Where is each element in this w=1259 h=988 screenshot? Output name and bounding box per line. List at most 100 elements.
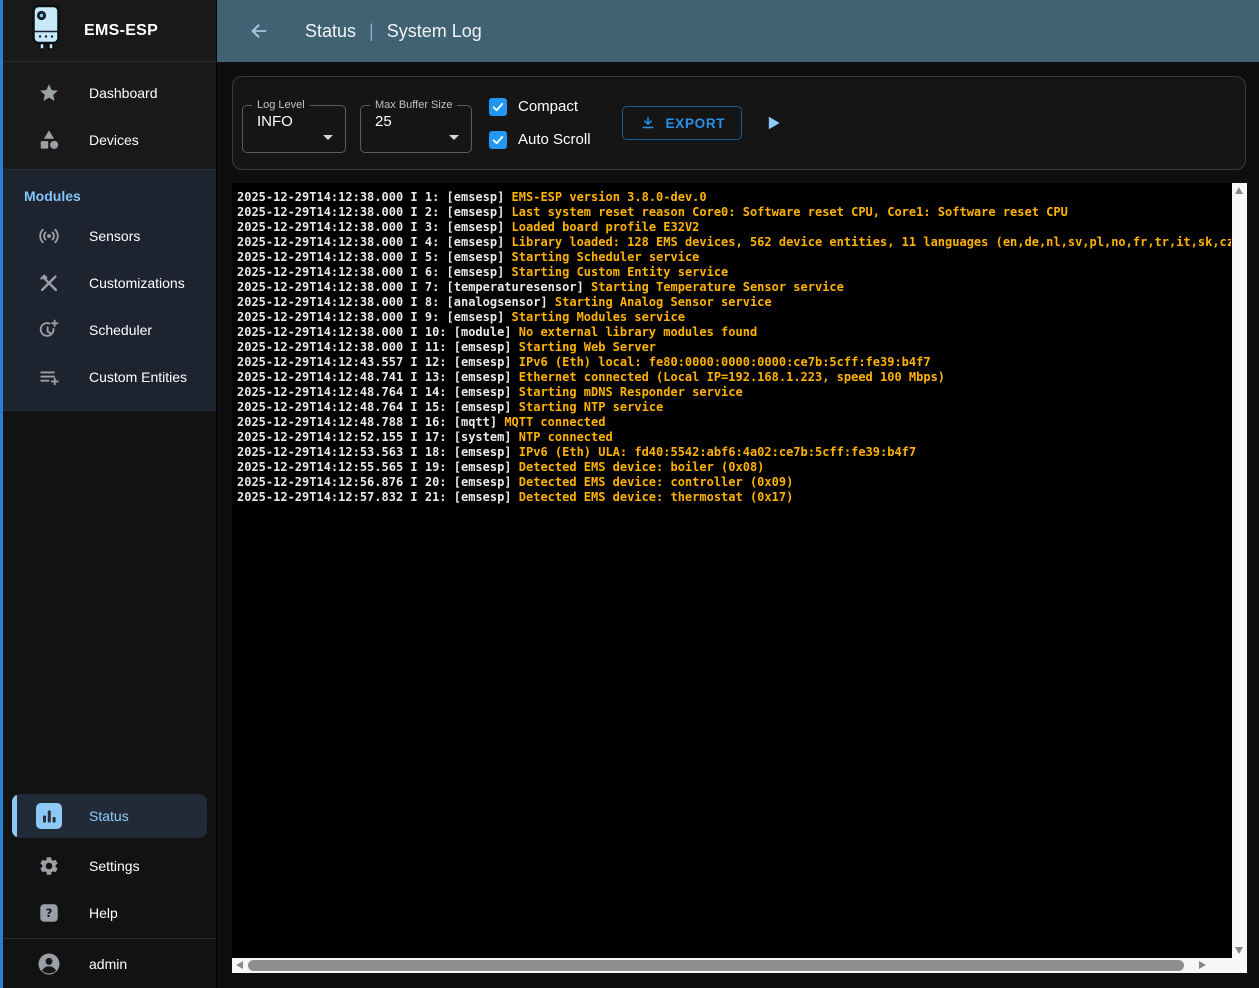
log-line: 2025-12-29T14:12:57.832 I 21: [emsesp] D…: [237, 490, 1231, 505]
sidebar-modules-section: Modules Sensors: [3, 169, 216, 411]
sidebar-item-label: Custom Entities: [89, 369, 187, 385]
sidebar-item-status[interactable]: Status: [12, 794, 207, 838]
export-button[interactable]: EXPORT: [622, 106, 743, 140]
page-title: System Log: [387, 21, 482, 42]
log-line: 2025-12-29T14:12:48.788 I 16: [mqtt] MQT…: [237, 415, 1231, 430]
scrollbar-corner: [1232, 958, 1247, 973]
auto-scroll-checkbox[interactable]: Auto Scroll: [489, 131, 591, 149]
log-line: 2025-12-29T14:12:48.764 I 14: [emsesp] S…: [237, 385, 1231, 400]
checkbox-checked-icon: [489, 98, 507, 116]
breadcrumb-divider: |: [369, 21, 374, 42]
page-header: Status | System Log: [217, 0, 1259, 62]
app-title: EMS-ESP: [84, 22, 158, 40]
log-line: 2025-12-29T14:12:38.000 I 4: [emsesp] Li…: [237, 235, 1231, 250]
sidebar-item-scheduler[interactable]: Scheduler: [3, 306, 216, 353]
sidebar-item-settings[interactable]: Settings: [3, 842, 216, 889]
log-line: 2025-12-29T14:12:55.565 I 19: [emsesp] D…: [237, 460, 1231, 475]
log-line: 2025-12-29T14:12:38.000 I 9: [emsesp] St…: [237, 310, 1231, 325]
play-icon: [763, 113, 783, 133]
log-level-select[interactable]: Log Level INFO: [242, 99, 346, 153]
main-content: Log Level INFO Max Buffer Size 25 Compac…: [217, 62, 1259, 988]
star-icon: [36, 82, 62, 104]
download-icon: [639, 114, 657, 132]
sidebar-item-sensors[interactable]: Sensors: [3, 212, 216, 259]
log-line: 2025-12-29T14:12:53.563 I 18: [emsesp] I…: [237, 445, 1231, 460]
sidebar-item-devices[interactable]: Devices: [3, 116, 216, 163]
log-line: 2025-12-29T14:12:48.764 I 15: [emsesp] S…: [237, 400, 1231, 415]
sidebar-spacer: [3, 411, 216, 794]
sensors-icon: [36, 225, 62, 247]
chevron-down-icon: [323, 135, 333, 140]
sidebar-nav-top: Dashboard Devices: [3, 62, 216, 169]
scroll-right-arrow-icon[interactable]: [1199, 961, 1206, 969]
sidebar-item-label: Help: [89, 905, 118, 921]
horizontal-scrollbar-thumb[interactable]: [248, 960, 1184, 971]
log-level-label: Log Level: [252, 99, 310, 111]
bar-chart-icon: [36, 803, 62, 829]
playlist-add-icon: [36, 366, 62, 388]
gear-icon: [36, 855, 62, 877]
sidebar-item-label: Status: [89, 808, 129, 824]
arrow-back-icon: [248, 20, 270, 42]
max-buffer-size-value: 25: [361, 113, 471, 130]
sidebar-item-help[interactable]: ? Help: [3, 889, 216, 936]
log-lines: 2025-12-29T14:12:38.000 I 1: [emsesp] EM…: [237, 190, 1231, 957]
sidebar-item-admin[interactable]: admin: [3, 939, 216, 988]
boiler-logo-icon: [30, 4, 62, 57]
chevron-down-icon: [449, 135, 459, 140]
sidebar-item-label: Scheduler: [89, 322, 152, 338]
scroll-left-arrow-icon[interactable]: [236, 961, 243, 969]
log-line: 2025-12-29T14:12:38.000 I 11: [emsesp] S…: [237, 340, 1231, 355]
more-time-icon: [36, 319, 62, 341]
sidebar-item-label: Devices: [89, 132, 139, 148]
auto-scroll-label: Auto Scroll: [518, 131, 591, 148]
construction-icon: [36, 272, 62, 294]
horizontal-scrollbar[interactable]: [232, 958, 1232, 973]
log-line: 2025-12-29T14:12:38.000 I 2: [emsesp] La…: [237, 205, 1231, 220]
log-line: 2025-12-29T14:12:38.000 I 10: [module] N…: [237, 325, 1231, 340]
sidebar-item-dashboard[interactable]: Dashboard: [3, 69, 216, 116]
log-line: 2025-12-29T14:12:56.876 I 20: [emsesp] D…: [237, 475, 1231, 490]
sidebar-item-label: Customizations: [89, 275, 185, 291]
compact-checkbox[interactable]: Compact: [489, 98, 591, 116]
compact-label: Compact: [518, 98, 578, 115]
max-buffer-size-select[interactable]: Max Buffer Size 25: [360, 99, 472, 153]
help-icon: ?: [36, 902, 62, 924]
ems-esp-app: EMS-ESP Dashboard De: [0, 0, 1259, 988]
sidebar-nav-bottom: Status Settings ? Help: [3, 794, 216, 938]
log-level-value: INFO: [243, 113, 345, 130]
account-circle-icon: [36, 952, 62, 976]
log-toolbar: Log Level INFO Max Buffer Size 25 Compac…: [232, 76, 1246, 170]
logo-bar: EMS-ESP: [3, 0, 216, 62]
log-line: 2025-12-29T14:12:52.155 I 17: [system] N…: [237, 430, 1231, 445]
log-line: 2025-12-29T14:12:43.557 I 12: [emsesp] I…: [237, 355, 1231, 370]
svg-text:?: ?: [46, 906, 53, 920]
breadcrumb-section: Status: [305, 21, 356, 42]
sidebar: EMS-ESP Dashboard De: [3, 0, 217, 988]
log-line: 2025-12-29T14:12:38.000 I 7: [temperatur…: [237, 280, 1231, 295]
log-line: 2025-12-29T14:12:48.741 I 13: [emsesp] E…: [237, 370, 1231, 385]
log-line: 2025-12-29T14:12:38.000 I 8: [analogsens…: [237, 295, 1231, 310]
log-line: 2025-12-29T14:12:38.000 I 1: [emsesp] EM…: [237, 190, 1231, 205]
back-button[interactable]: [247, 19, 271, 43]
checkbox-checked-icon: [489, 131, 507, 149]
export-label: EXPORT: [666, 116, 726, 131]
sidebar-item-custom-entities[interactable]: Custom Entities: [3, 353, 216, 400]
sidebar-item-customizations[interactable]: Customizations: [3, 259, 216, 306]
scroll-down-arrow-icon[interactable]: [1235, 947, 1243, 954]
log-line: 2025-12-29T14:12:38.000 I 3: [emsesp] Lo…: [237, 220, 1231, 235]
vertical-scrollbar[interactable]: [1232, 183, 1247, 958]
log-line: 2025-12-29T14:12:38.000 I 5: [emsesp] St…: [237, 250, 1231, 265]
modules-section-header: Modules: [3, 176, 216, 212]
log-line: 2025-12-29T14:12:38.000 I 6: [emsesp] St…: [237, 265, 1231, 280]
system-log-panel[interactable]: 2025-12-29T14:12:38.000 I 1: [emsesp] EM…: [232, 183, 1247, 973]
sidebar-item-label: Sensors: [89, 228, 140, 244]
category-icon: [36, 129, 62, 151]
scroll-up-arrow-icon[interactable]: [1235, 187, 1243, 194]
checkbox-group: Compact Auto Scroll: [489, 98, 591, 149]
resume-log-button[interactable]: [761, 111, 785, 135]
user-label: admin: [89, 956, 127, 972]
sidebar-item-label: Dashboard: [89, 85, 158, 101]
sidebar-item-label: Settings: [89, 858, 140, 874]
max-buffer-size-label: Max Buffer Size: [370, 99, 457, 111]
